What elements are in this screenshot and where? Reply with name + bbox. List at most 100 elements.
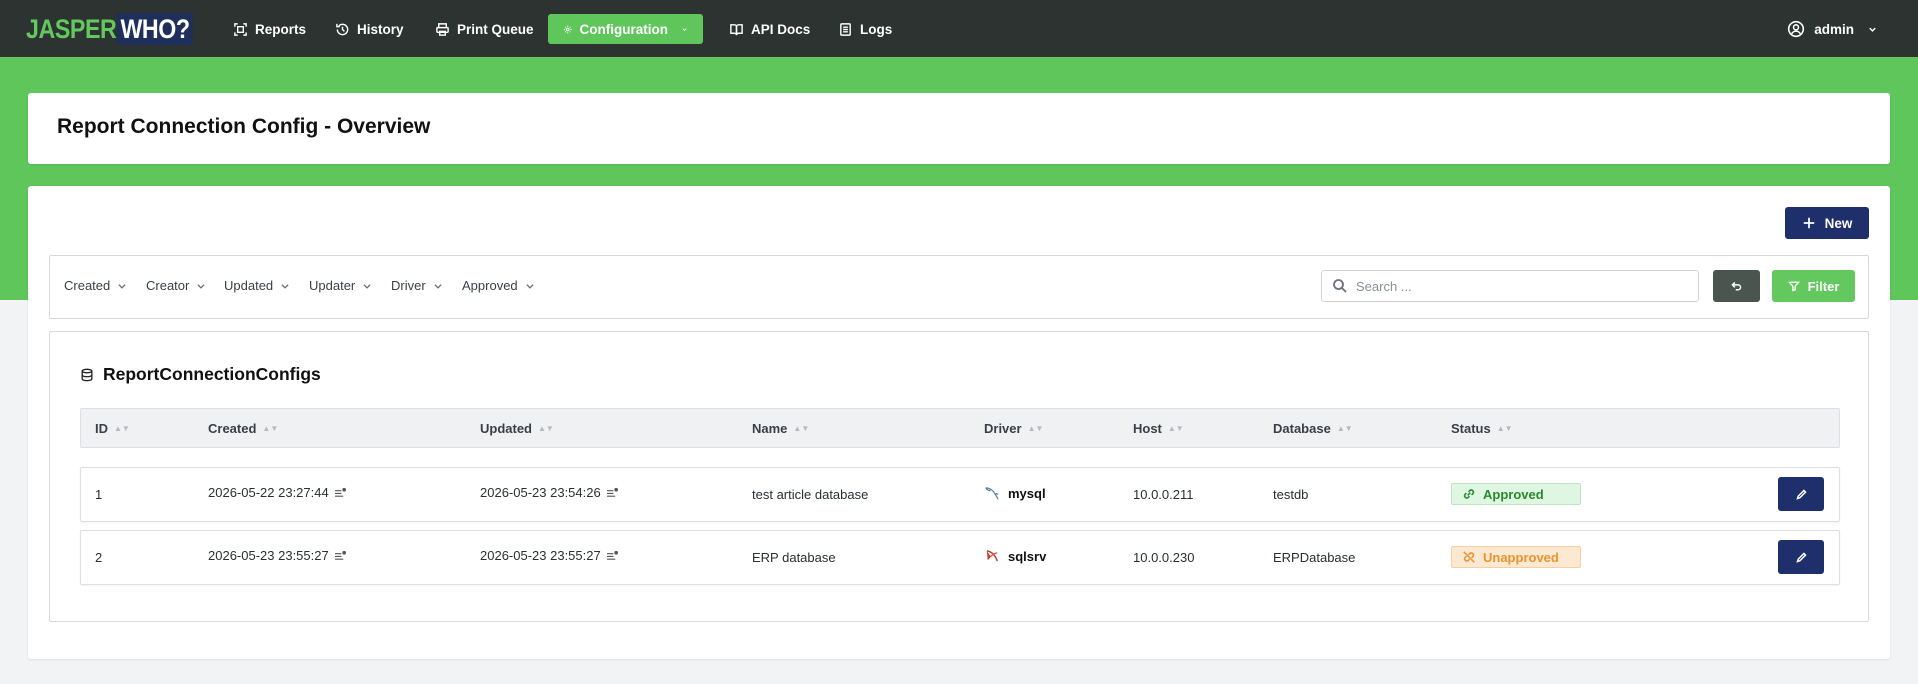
nav-label: Configuration xyxy=(579,21,669,37)
user-menu[interactable]: admin xyxy=(1787,14,1878,44)
chevron-down-icon xyxy=(118,283,126,289)
chevron-down-icon xyxy=(526,283,534,289)
filter-label: Created xyxy=(64,278,111,293)
cell-id: 2 xyxy=(95,550,103,565)
pencil-icon xyxy=(1795,551,1807,563)
created-value: 2026-05-23 23:55:27 xyxy=(208,548,329,563)
updated-value: 2026-05-23 23:55:27 xyxy=(480,548,601,563)
driver-value: mysql xyxy=(1008,486,1046,501)
column-label: Status xyxy=(1451,421,1491,436)
cell-updated: 2026-05-23 23:54:26 xyxy=(480,485,619,500)
info-lines-icon[interactable] xyxy=(606,550,619,561)
table-row[interactable]: 1 2026-05-22 23:27:44 2026-05-23 23:54:2… xyxy=(80,467,1840,522)
filter-driver[interactable]: Driver xyxy=(391,278,443,293)
filter-creator[interactable]: Creator xyxy=(146,278,206,293)
funnel-icon xyxy=(1787,281,1800,292)
sort-icon: ▲▼ xyxy=(262,424,279,433)
new-button-label: New xyxy=(1824,215,1853,231)
filter-bar: Created Creator Updated Updater Driver A… xyxy=(49,255,1869,319)
column-header-id[interactable]: ID ▲▼ xyxy=(95,421,130,436)
filter-updated[interactable]: Updated xyxy=(224,278,290,293)
user-name: admin xyxy=(1814,21,1854,37)
chevron-down-icon xyxy=(1869,27,1876,32)
sort-icon: ▲▼ xyxy=(1336,424,1353,433)
column-header-database[interactable]: Database ▲▼ xyxy=(1273,421,1353,436)
book-icon xyxy=(730,23,743,35)
cell-name: test article database xyxy=(752,487,869,502)
column-header-status[interactable]: Status ▲▼ xyxy=(1451,421,1513,436)
table-panel: ReportConnectionConfigs ID ▲▼ Created ▲▼ U… xyxy=(49,331,1869,622)
chevron-down-icon xyxy=(363,283,371,289)
history-icon xyxy=(336,23,349,35)
nav-item-print-queue[interactable]: Print Queue xyxy=(435,14,534,44)
info-lines-icon[interactable] xyxy=(606,487,619,498)
status-badge: Approved xyxy=(1451,483,1581,505)
created-value: 2026-05-22 23:27:44 xyxy=(208,485,329,500)
cell-name: ERP database xyxy=(752,550,836,565)
info-lines-icon[interactable] xyxy=(334,550,347,561)
filter-approved[interactable]: Approved xyxy=(462,278,535,293)
column-label: Name xyxy=(752,421,788,436)
broken-link-icon xyxy=(1463,551,1475,563)
filter-button-label: Filter xyxy=(1807,278,1840,294)
status-badge: Unapproved xyxy=(1451,546,1581,568)
link-icon xyxy=(1463,489,1475,499)
brand-logo[interactable]: JASPER WHO? xyxy=(26,13,206,45)
nav-label: Print Queue xyxy=(457,21,534,37)
brand-part1: JASPER xyxy=(26,13,117,44)
filter-updater[interactable]: Updater xyxy=(309,278,372,293)
cell-driver: sqlsrv xyxy=(984,548,1046,565)
column-label: Created xyxy=(208,421,257,436)
reports-icon xyxy=(234,22,247,36)
filter-created[interactable]: Created xyxy=(64,278,127,293)
edit-button[interactable] xyxy=(1778,540,1824,574)
column-header-created[interactable]: Created ▲▼ xyxy=(208,421,278,436)
column-label: Driver xyxy=(984,421,1022,436)
search-input[interactable]: Search ... xyxy=(1321,270,1699,302)
filter-label: Updater xyxy=(309,278,356,293)
cell-driver: mysql xyxy=(984,485,1046,502)
table-title: ReportConnectionConfigs xyxy=(80,364,321,385)
cell-created: 2026-05-23 23:55:27 xyxy=(208,548,347,563)
mysql-icon xyxy=(985,487,999,500)
plus-icon xyxy=(1803,217,1814,229)
nav-item-api-docs[interactable]: API Docs xyxy=(729,14,810,44)
nav-label: Logs xyxy=(860,21,893,37)
brand-part2: WHO? xyxy=(117,13,194,45)
user-circle-icon xyxy=(1788,20,1805,38)
nav-item-configuration[interactable]: Configuration xyxy=(548,14,703,44)
filter-label: Creator xyxy=(146,278,190,293)
column-header-name[interactable]: Name ▲▼ xyxy=(752,421,809,436)
logs-icon xyxy=(840,22,851,36)
filter-label: Driver xyxy=(391,278,426,293)
nav-label: History xyxy=(357,21,404,37)
table-row[interactable]: 2 2026-05-23 23:55:27 2026-05-23 23:55:2… xyxy=(80,530,1840,585)
column-header-host[interactable]: Host ▲▼ xyxy=(1133,421,1184,436)
reset-button[interactable] xyxy=(1713,270,1760,302)
nav-item-logs[interactable]: Logs xyxy=(838,14,892,44)
cell-database: ERPDatabase xyxy=(1273,550,1356,565)
chevron-down-icon xyxy=(434,283,442,289)
cell-updated: 2026-05-23 23:55:27 xyxy=(480,548,619,563)
sort-icon: ▲▼ xyxy=(1167,424,1184,433)
sort-icon: ▲▼ xyxy=(1027,424,1044,433)
updated-value: 2026-05-23 23:54:26 xyxy=(480,485,601,500)
sort-icon: ▲▼ xyxy=(114,424,130,433)
column-label: Host xyxy=(1133,421,1162,436)
pencil-icon xyxy=(1795,488,1807,500)
top-navbar: JASPER WHO? Reports History Print Queue … xyxy=(0,0,1918,57)
chevron-down-icon xyxy=(281,283,289,289)
gear-icon xyxy=(563,25,572,33)
nav-item-reports[interactable]: Reports xyxy=(233,14,306,44)
nav-item-history[interactable]: History xyxy=(335,14,404,44)
column-header-driver[interactable]: Driver ▲▼ xyxy=(984,421,1043,436)
info-lines-icon[interactable] xyxy=(334,487,347,498)
column-label: ID xyxy=(95,421,108,436)
edit-button[interactable] xyxy=(1778,477,1824,511)
sqlserver-icon xyxy=(986,550,998,562)
chevron-down-icon xyxy=(197,283,205,289)
filter-button[interactable]: Filter xyxy=(1772,270,1855,302)
page-title: Report Connection Config - Overview xyxy=(57,115,431,138)
new-button[interactable]: New xyxy=(1785,207,1869,239)
column-header-updated[interactable]: Updated ▲▼ xyxy=(480,421,554,436)
